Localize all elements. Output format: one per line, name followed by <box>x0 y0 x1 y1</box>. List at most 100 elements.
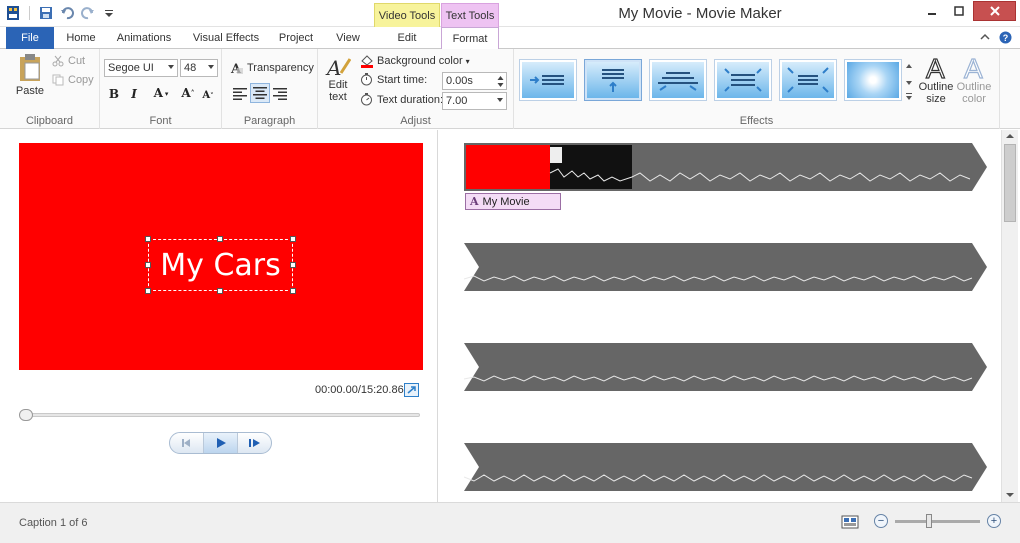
font-color-button[interactable]: A ▾ <box>148 83 174 103</box>
resize-handle[interactable] <box>145 288 151 294</box>
minimize-button[interactable] <box>919 1 945 21</box>
main-area: My Cars 00:00.00/15:20.86 A My Movie <box>0 130 1020 502</box>
font-family-select[interactable]: Segoe UI <box>104 59 178 77</box>
save-icon[interactable] <box>37 4 55 22</box>
previous-frame-button[interactable] <box>170 433 204 453</box>
text-duration-select[interactable]: 7.00 <box>442 92 507 110</box>
clip-track-3[interactable] <box>464 343 989 393</box>
outline-color-button[interactable]: A Outline color <box>956 53 992 105</box>
tab-project[interactable]: Project <box>272 27 320 49</box>
resize-handle[interactable] <box>290 288 296 294</box>
context-video-tools: Video Tools <box>374 3 440 27</box>
outline-size-label: Outline size <box>918 81 954 105</box>
effect-zoom-in[interactable] <box>649 59 707 101</box>
align-left-icon <box>233 88 247 100</box>
outline-size-button[interactable]: A Outline size <box>918 53 954 105</box>
tab-animations[interactable]: Animations <box>110 27 178 49</box>
storyboard-view-icon[interactable] <box>841 514 859 533</box>
edit-text-label-line1: Edit <box>328 79 348 91</box>
minimize-ribbon-icon[interactable] <box>979 31 991 47</box>
effect-fly-in-left[interactable] <box>519 59 577 101</box>
tab-edit[interactable]: Edit <box>378 27 436 49</box>
effect-fly-in-bottom[interactable] <box>584 59 642 101</box>
copy-button[interactable]: Copy <box>52 74 94 86</box>
preview-timecode: 00:00.00/15:20.86 <box>315 384 404 396</box>
storyboard-scrollbar[interactable] <box>1001 130 1018 502</box>
resize-handle[interactable] <box>145 236 151 242</box>
scroll-thumb[interactable] <box>1004 144 1016 222</box>
background-color-button[interactable]: Background color ▾ <box>360 54 470 68</box>
customize-qat-icon[interactable] <box>100 4 118 22</box>
start-time-spinner[interactable]: 0.00s <box>442 72 507 90</box>
align-left-button[interactable] <box>230 84 250 104</box>
stopwatch-icon <box>361 93 372 106</box>
resize-handle[interactable] <box>290 236 296 242</box>
help-icon[interactable]: ? <box>999 31 1012 47</box>
effects-group: A Outline size A Outline color Effects <box>514 49 1000 129</box>
resize-handle[interactable] <box>217 236 223 242</box>
tab-file[interactable]: File <box>6 27 54 49</box>
stopwatch-icon <box>361 73 372 86</box>
shrink-font-button[interactable]: A ˅ <box>198 85 218 105</box>
preview-pane: My Cars 00:00.00/15:20.86 <box>0 130 438 502</box>
close-button[interactable] <box>973 1 1016 21</box>
next-frame-button[interactable] <box>238 433 271 453</box>
ribbon-tabs: File Home Animations Visual Effects Proj… <box>0 27 1020 50</box>
maximize-button[interactable] <box>946 1 972 21</box>
resize-handle[interactable] <box>290 262 296 268</box>
effect-preview-icon <box>530 75 564 85</box>
tab-format[interactable]: Format <box>441 27 499 50</box>
app-menu-icon[interactable] <box>4 4 22 22</box>
effect-sparkle[interactable] <box>844 59 902 101</box>
align-right-button[interactable] <box>270 84 290 104</box>
clipboard-group-label: Clipboard <box>25 115 74 127</box>
paste-icon <box>20 54 40 81</box>
cut-button[interactable]: Cut <box>52 55 85 67</box>
tab-view[interactable]: View <box>328 27 368 49</box>
zoom-slider-thumb[interactable] <box>926 514 932 528</box>
clipboard-group: Paste Cut Copy Clipboard <box>0 49 100 129</box>
video-preview[interactable]: My Cars <box>19 143 423 370</box>
effect-contract[interactable] <box>779 59 837 101</box>
caption-chip-icon: A <box>470 195 479 208</box>
scroll-up-icon[interactable] <box>1006 133 1014 139</box>
clip-track-4[interactable] <box>464 443 989 493</box>
align-center-button[interactable] <box>250 83 270 103</box>
cut-label: Cut <box>68 55 86 67</box>
undo-icon[interactable] <box>58 4 76 22</box>
zoom-slider[interactable] <box>895 514 980 528</box>
font-size-select[interactable]: 48 <box>180 59 218 77</box>
resize-handle[interactable] <box>145 262 151 268</box>
scroll-down-icon[interactable] <box>1006 492 1014 498</box>
seek-bar[interactable] <box>19 409 420 421</box>
gallery-scroll-icon <box>906 64 912 100</box>
copy-label: Copy <box>68 74 94 86</box>
caption-chip-label: My Movie <box>482 195 530 208</box>
quick-access-toolbar <box>4 4 118 22</box>
clip-track-2[interactable] <box>464 243 989 293</box>
zoom-out-button[interactable]: − <box>874 514 888 528</box>
bold-button[interactable]: B <box>104 84 124 104</box>
seek-thumb[interactable] <box>19 409 33 421</box>
outline-size-icon: A <box>925 53 945 81</box>
font-family-value: Segoe UI <box>108 62 154 74</box>
edit-text-button[interactable]: A Edit text <box>324 55 352 103</box>
italic-button[interactable]: I <box>124 84 144 104</box>
transparency-button[interactable]: A Transparency <box>230 61 314 75</box>
play-button[interactable] <box>204 433 238 453</box>
fullscreen-preview-icon[interactable] <box>404 383 419 397</box>
effect-expand[interactable] <box>714 59 772 101</box>
grow-font-button[interactable]: A ˄ <box>178 83 198 103</box>
edit-text-label-line2: text <box>329 91 347 103</box>
zoom-in-button[interactable]: + <box>987 514 1001 528</box>
redo-icon[interactable] <box>79 4 97 22</box>
align-center-icon <box>253 87 267 99</box>
tab-visual-effects[interactable]: Visual Effects <box>188 27 264 49</box>
caption-chip[interactable]: A My Movie <box>465 193 561 210</box>
tab-home[interactable]: Home <box>60 27 102 49</box>
effects-scroll[interactable] <box>904 59 914 101</box>
resize-handle[interactable] <box>217 288 223 294</box>
paste-button[interactable]: Paste <box>10 53 50 97</box>
caption-text-box[interactable]: My Cars <box>148 239 293 291</box>
dropdown-arrow-icon <box>208 65 214 69</box>
